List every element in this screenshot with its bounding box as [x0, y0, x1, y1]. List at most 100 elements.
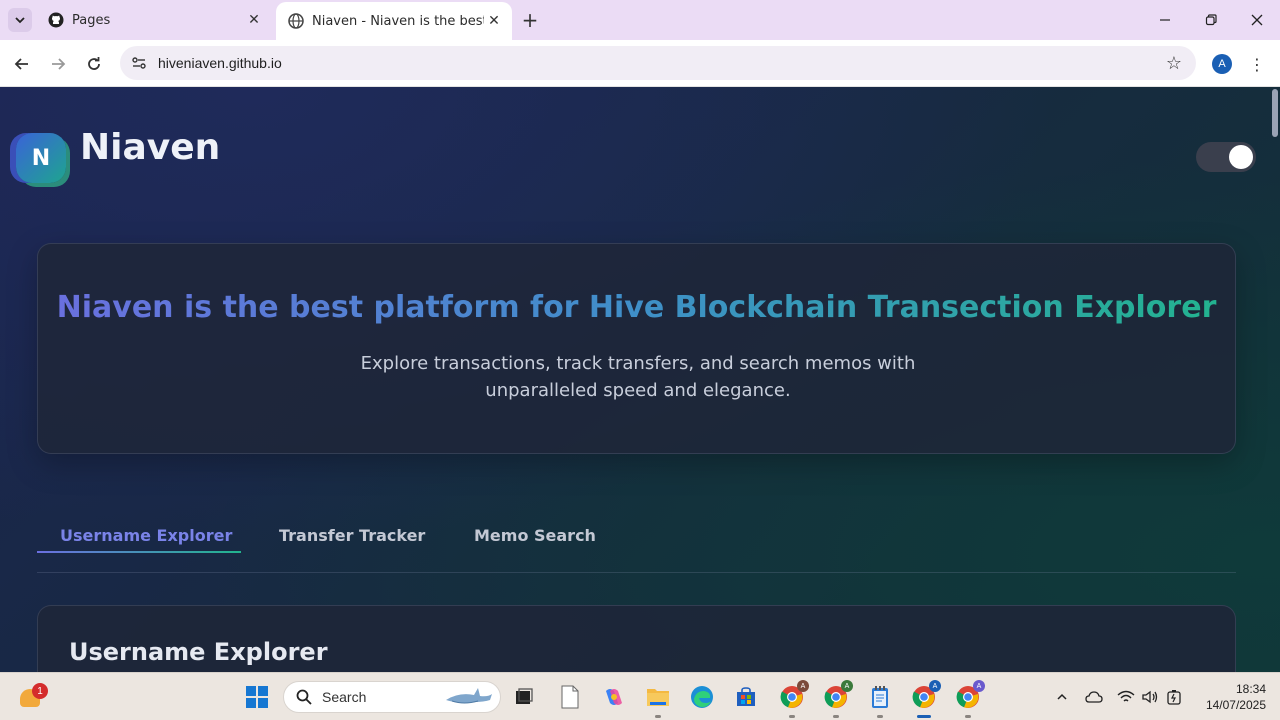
- cloud-icon: [1085, 691, 1103, 703]
- edge-icon: [691, 686, 713, 708]
- taskbar-file-app[interactable]: [556, 683, 584, 711]
- profile-badge: A: [973, 680, 985, 692]
- reload-button[interactable]: [80, 50, 108, 78]
- battery-button[interactable]: [1162, 685, 1186, 709]
- profile-badge: A: [841, 680, 853, 692]
- copilot-icon: [606, 689, 622, 705]
- scrollbar-thumb[interactable]: [1272, 89, 1278, 137]
- document-icon: [561, 685, 579, 709]
- windows-logo-pane: [258, 698, 268, 708]
- wifi-icon: [1117, 690, 1135, 702]
- site-settings-icon[interactable]: [130, 54, 148, 72]
- search-icon: [294, 687, 314, 707]
- notification-badge: 1: [32, 683, 48, 699]
- browser-tab-niaven[interactable]: Niaven - Niaven is the best plat ✕: [276, 2, 512, 40]
- wifi-button[interactable]: [1114, 685, 1138, 709]
- minimize-button[interactable]: [1142, 6, 1188, 34]
- running-indicator: [965, 715, 971, 718]
- arrow-left-icon: [14, 58, 28, 70]
- running-indicator: [833, 715, 839, 718]
- forward-button[interactable]: [44, 50, 72, 78]
- folder-icon: [647, 689, 669, 706]
- browser-toolbar: hiveniaven.github.io ☆ A ⋮: [0, 40, 1280, 87]
- battery-icon: [1167, 690, 1181, 705]
- taskbar-chrome-profile-2[interactable]: A: [822, 680, 853, 718]
- running-indicator: [789, 715, 795, 718]
- close-window-button[interactable]: [1234, 6, 1280, 34]
- profile-badge: A: [797, 680, 809, 692]
- onedrive-button[interactable]: [1082, 685, 1106, 709]
- active-tab-underline: [37, 551, 241, 553]
- taskbar-edge[interactable]: [688, 683, 716, 711]
- tab-search-button[interactable]: [8, 8, 32, 32]
- windows-logo-pane: [246, 686, 256, 696]
- page-content: N Niaven Niaven is the best platform for…: [0, 87, 1280, 672]
- running-indicator: [877, 715, 883, 718]
- browser-tab-bar: Pages ✕ Niaven - Niaven is the best plat…: [0, 0, 1280, 40]
- windows-taskbar: 1 Search A A A A 18:34 14/07/2025: [0, 672, 1280, 720]
- profile-badge: A: [929, 680, 941, 692]
- shark-icon: [446, 688, 492, 704]
- bookmark-star-icon[interactable]: ☆: [1162, 51, 1186, 75]
- search-placeholder: Search: [322, 689, 367, 705]
- close-icon: [1251, 14, 1263, 26]
- site-brand[interactable]: Niaven: [80, 127, 220, 168]
- active-indicator: [917, 715, 931, 718]
- taskbar-notepad[interactable]: [866, 683, 894, 718]
- windows-logo-pane: [258, 686, 268, 696]
- back-button[interactable]: [8, 50, 36, 78]
- tab-transfer-tracker[interactable]: Transfer Tracker: [279, 517, 425, 553]
- taskbar-copilot[interactable]: [600, 683, 628, 711]
- site-logo[interactable]: N: [16, 133, 66, 183]
- username-explorer-card: Username Explorer: [37, 605, 1236, 672]
- tab-username-explorer[interactable]: Username Explorer: [60, 517, 232, 553]
- windows-logo-pane: [246, 698, 256, 708]
- chevron-down-icon: [15, 17, 25, 24]
- tab-title: Pages: [72, 12, 111, 28]
- close-tab-icon[interactable]: ✕: [244, 10, 264, 30]
- hero-subtitle: Explore transactions, track transfers, a…: [360, 353, 916, 401]
- browser-tab-pages[interactable]: Pages ✕: [36, 4, 272, 36]
- close-tab-icon[interactable]: ✕: [484, 11, 504, 31]
- running-indicator: [655, 715, 661, 718]
- start-button[interactable]: [246, 686, 268, 708]
- restore-icon: [1205, 14, 1217, 26]
- task-view-icon: [516, 688, 533, 704]
- explorer-tabs: Username Explorer Transfer Tracker Memo …: [37, 507, 1236, 573]
- taskbar-file-explorer[interactable]: [644, 683, 672, 718]
- chevron-up-icon: [1057, 693, 1067, 700]
- browser-menu-icon[interactable]: ⋮: [1246, 52, 1268, 76]
- toggle-knob: [1229, 145, 1253, 169]
- page-scrollbar[interactable]: [1270, 87, 1280, 672]
- taskbar-chrome-active[interactable]: A: [910, 680, 941, 718]
- volume-button[interactable]: [1138, 685, 1162, 709]
- task-view-button[interactable]: [510, 683, 538, 711]
- restore-button[interactable]: [1188, 6, 1234, 34]
- address-bar[interactable]: hiveniaven.github.io ☆: [120, 46, 1196, 80]
- speaker-icon: [1142, 690, 1158, 704]
- clock-time: 18:34: [1235, 682, 1266, 696]
- weather-widget[interactable]: 1: [18, 683, 48, 711]
- hero-title: Niaven is the best platform for Hive Blo…: [38, 290, 1235, 325]
- minimize-icon: [1160, 19, 1170, 21]
- new-tab-button[interactable]: +: [518, 8, 542, 32]
- store-icon: [737, 687, 755, 706]
- taskbar-chrome-profile-1[interactable]: A: [778, 680, 809, 718]
- notepad-icon: [872, 686, 888, 708]
- hero-card: Niaven is the best platform for Hive Blo…: [37, 243, 1236, 454]
- url-text: hiveniaven.github.io: [158, 55, 282, 71]
- taskbar-chrome-profile-3[interactable]: A: [954, 680, 985, 718]
- arrow-right-icon: [52, 58, 66, 70]
- taskbar-search[interactable]: Search: [283, 681, 501, 713]
- clock-date: 14/07/2025: [1205, 698, 1266, 712]
- taskbar-store[interactable]: [732, 683, 760, 711]
- system-clock[interactable]: 18:34 14/07/2025: [1194, 681, 1266, 713]
- theme-toggle[interactable]: [1196, 142, 1256, 172]
- show-hidden-icons-button[interactable]: [1050, 685, 1074, 709]
- profile-avatar[interactable]: A: [1212, 54, 1232, 74]
- github-icon: [48, 12, 64, 28]
- tab-memo-search[interactable]: Memo Search: [474, 517, 596, 553]
- globe-icon: [288, 13, 304, 29]
- section-title: Username Explorer: [69, 638, 328, 666]
- reload-icon: [88, 57, 100, 70]
